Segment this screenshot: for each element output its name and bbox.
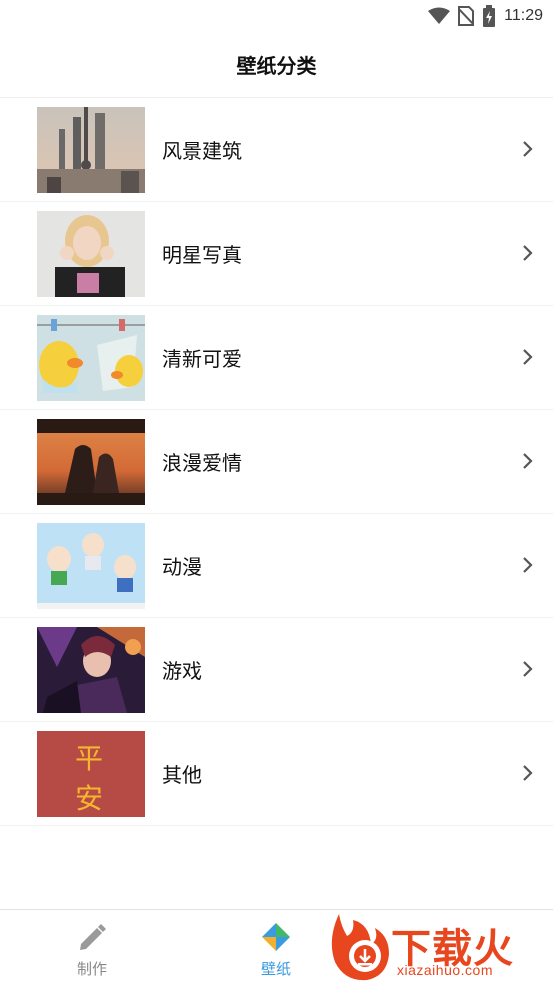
chevron-right-icon [523,661,533,677]
tab-wallpaper[interactable]: 壁纸 [216,910,336,983]
status-bar: 11:29 [0,0,553,32]
category-thumbnail [37,419,145,505]
category-item-scenery[interactable]: 风景建筑 [0,98,553,202]
battery-charging-icon [483,5,496,27]
category-item-other[interactable]: 平 安 其他 [0,722,553,826]
tab-label: 制作 [76,960,107,978]
category-list: 风景建筑 明星写真 清新可爱 浪漫爱情 动漫 游戏 平 安 其他 [0,98,553,826]
category-label: 风景建筑 [162,139,242,163]
no-sim-icon [458,6,475,26]
tab-label: 壁纸 [260,960,291,978]
category-item-games[interactable]: 游戏 [0,618,553,722]
category-label: 动漫 [162,555,202,579]
page-title: 壁纸分类 [236,54,317,78]
tab-make[interactable]: 制作 [32,910,152,983]
flame-logo-icon [331,914,389,981]
category-thumbnail [37,211,145,297]
pencil-icon [80,924,106,950]
thumbnail-text: 安 [75,782,104,815]
wifi-icon [428,7,451,24]
watermark: 下载火 xiazaihuo.com [325,910,553,983]
category-label: 明星写真 [162,243,242,267]
category-item-romance[interactable]: 浪漫爱情 [0,410,553,514]
status-time: 11:29 [504,7,543,24]
chevron-right-icon [523,141,533,157]
category-label: 清新可爱 [162,347,242,371]
chevron-right-icon [523,557,533,573]
watermark-url: xiazaihuo.com [397,962,493,978]
category-item-anime[interactable]: 动漫 [0,514,553,618]
thumbnail-text: 平 [75,742,104,775]
category-label: 游戏 [162,659,202,683]
category-thumbnail: 平 安 [37,731,145,817]
chevron-right-icon [523,765,533,781]
pinwheel-icon [262,923,290,951]
page-header: 壁纸分类 [0,32,553,98]
category-thumbnail [37,523,145,609]
category-thumbnail [37,627,145,713]
category-label: 浪漫爱情 [162,451,242,475]
category-item-celebrity[interactable]: 明星写真 [0,202,553,306]
category-thumbnail [37,315,145,401]
chevron-right-icon [523,349,533,365]
category-item-cute[interactable]: 清新可爱 [0,306,553,410]
category-label: 其他 [162,763,202,787]
chevron-right-icon [523,453,533,469]
category-thumbnail [37,107,145,193]
chevron-right-icon [523,245,533,261]
